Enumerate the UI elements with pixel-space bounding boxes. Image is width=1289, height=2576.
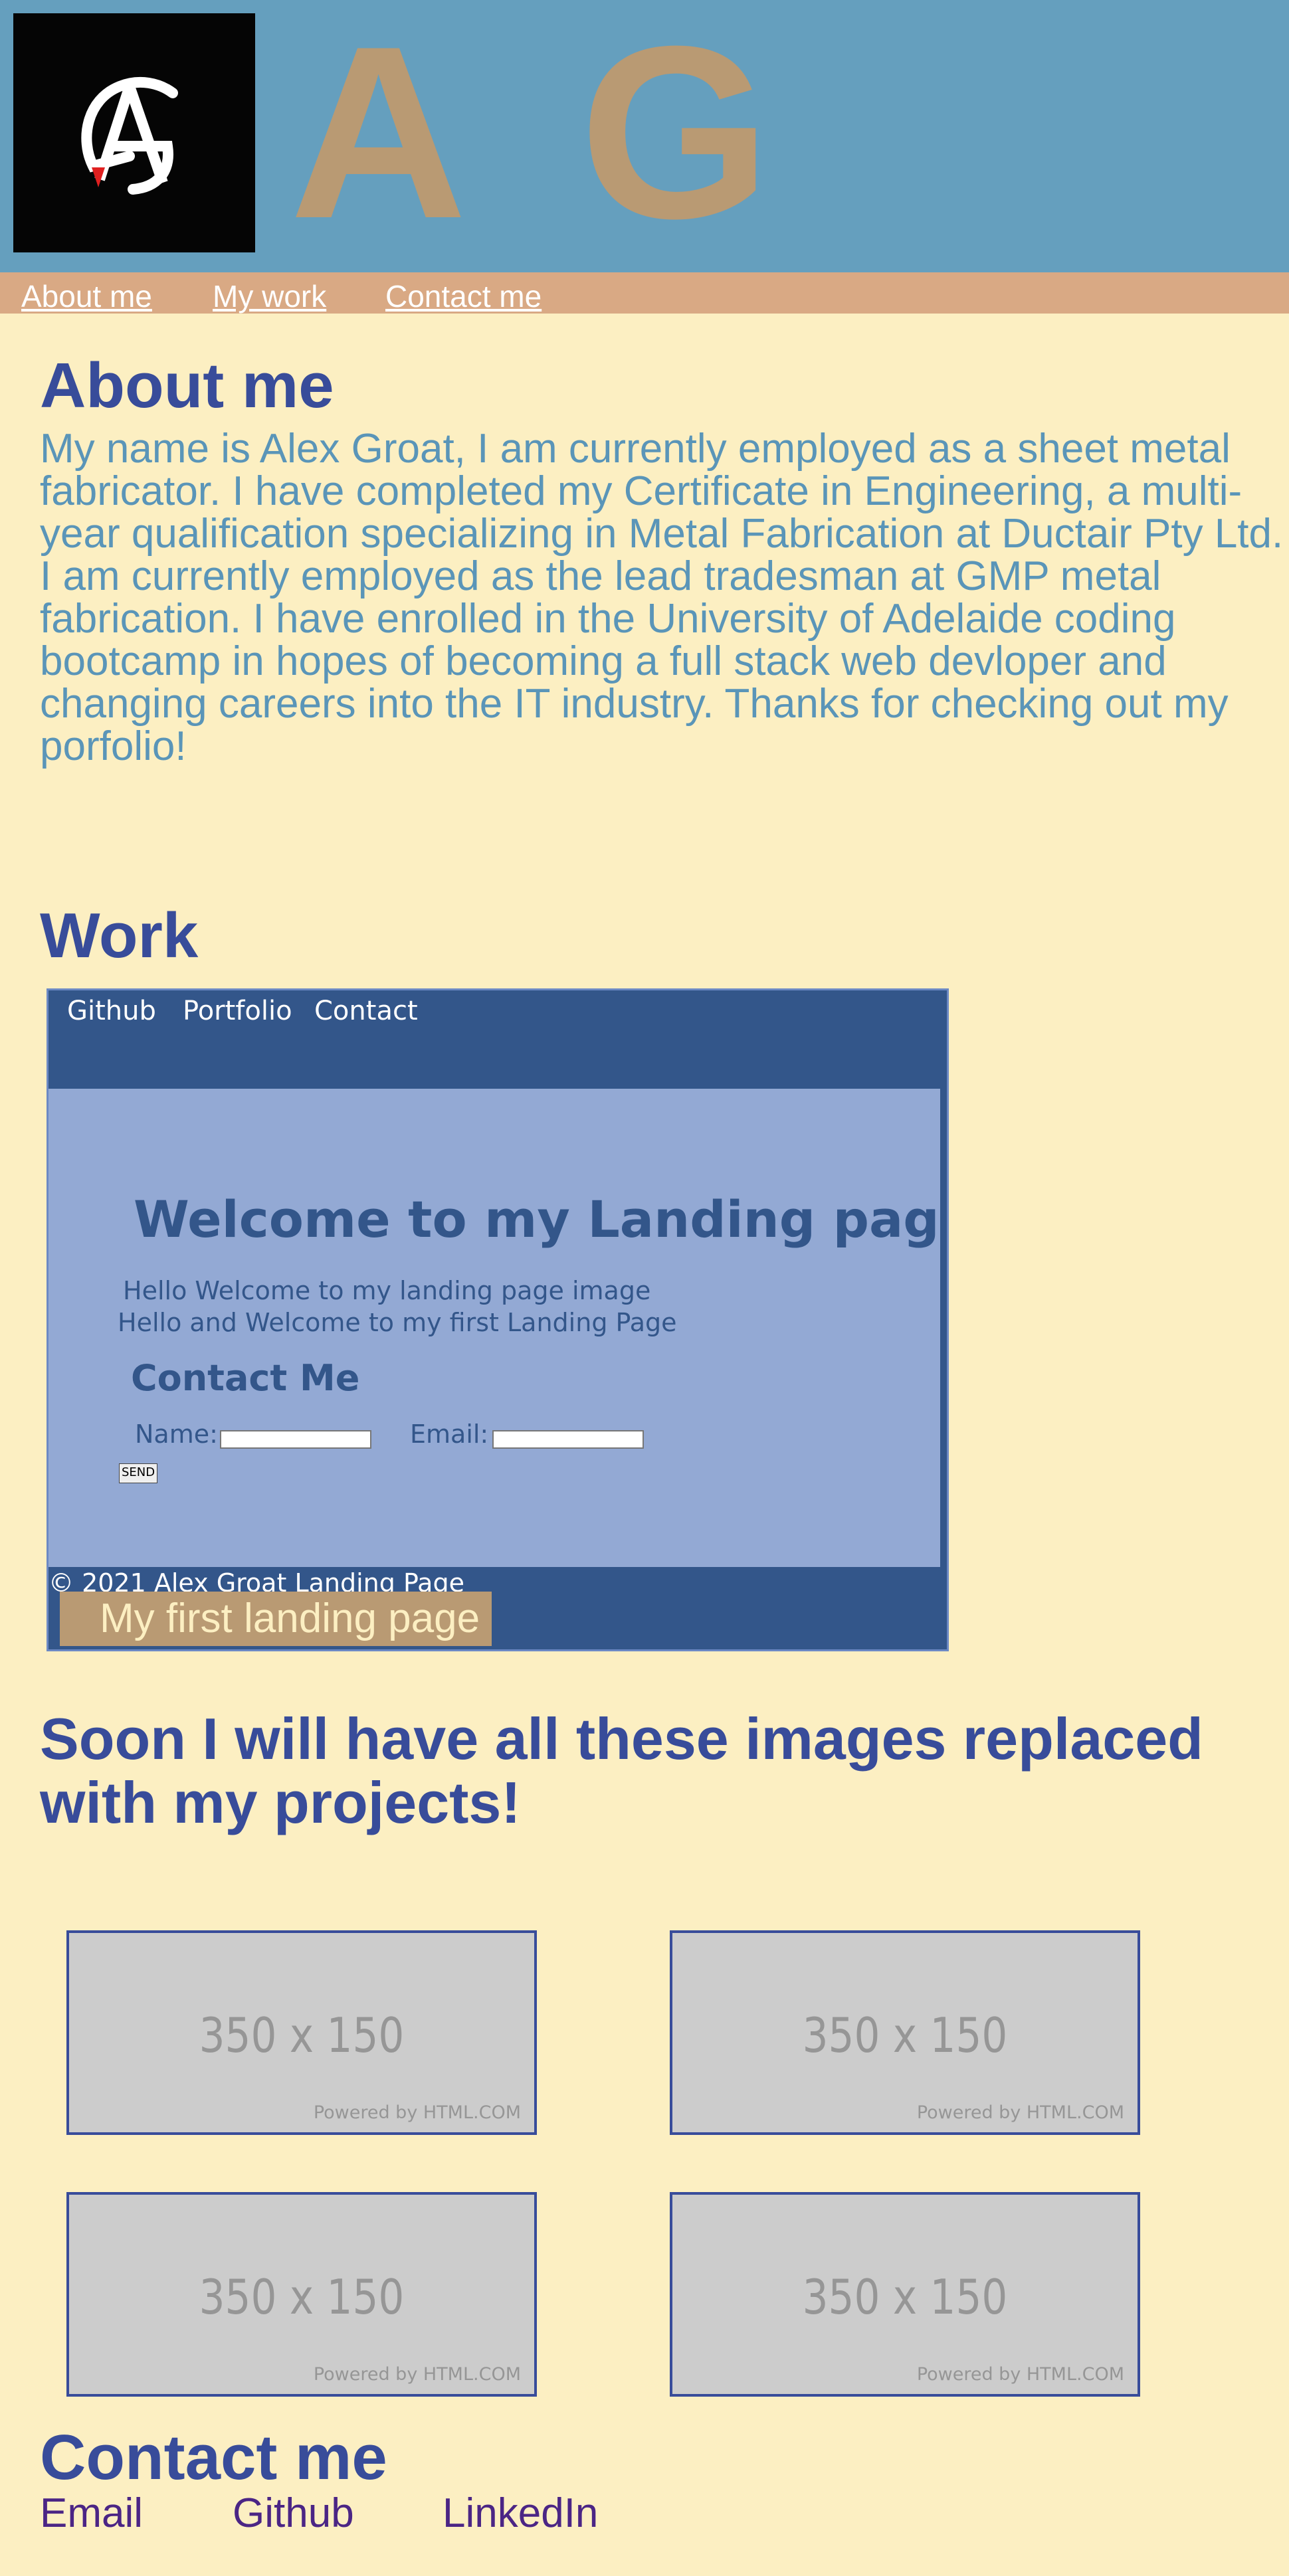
placeholder-powered-text: Powered by HTML.COM [916, 2102, 1124, 2123]
soon-heading: Soon I will have all these images replac… [40, 1706, 1203, 1835]
ag-monogram-icon [81, 77, 178, 195]
project-placeholder-3[interactable]: 350 x 150 Powered by HTML.COM [66, 2192, 537, 2397]
nav-contact-me[interactable]: Contact me [385, 279, 542, 314]
screenshot-title: Welcome to my Landing page [134, 1190, 949, 1249]
landing-page-screenshot[interactable]: Github Portfolio Contact Welcome to my L… [47, 988, 949, 1651]
about-heading: About me [40, 350, 334, 421]
placeholder-powered-text: Powered by HTML.COM [313, 2102, 521, 2123]
site-initials: A G [290, 0, 798, 270]
work-heading: Work [40, 900, 199, 971]
about-text: My name is Alex Groat, I am currently em… [40, 426, 1284, 769]
contact-github-link[interactable]: Github [233, 2490, 354, 2537]
placeholder-size-text: 350 x 150 [802, 2269, 1008, 2325]
placeholder-size-text: 350 x 150 [199, 2007, 405, 2063]
screenshot-image-alt: Hello Welcome to my landing page image H… [118, 1275, 677, 1338]
screenshot-send-button: SEND [119, 1463, 157, 1483]
nav-my-work[interactable]: My work [213, 279, 326, 314]
screenshot-name-field [220, 1430, 371, 1449]
screenshot-nav-bar: Github Portfolio Contact [49, 990, 942, 1089]
screenshot-right-border [940, 990, 947, 1649]
screenshot-name-label: Name: [135, 1420, 218, 1449]
contact-heading: Contact me [40, 2422, 387, 2493]
screenshot-intro: Hello and Welcome to my first Landing Pa… [118, 1308, 677, 1337]
ag-logo [13, 13, 255, 252]
contact-email-link[interactable]: Email [40, 2490, 143, 2537]
image-alt-text: Hello Welcome to my landing page image [123, 1276, 651, 1305]
screenshot-email-field [492, 1430, 644, 1449]
placeholder-powered-text: Powered by HTML.COM [313, 2364, 521, 2385]
screenshot-contact-heading: Contact Me [131, 1357, 360, 1399]
project-placeholder-4[interactable]: 350 x 150 Powered by HTML.COM [670, 2192, 1140, 2397]
screenshot-nav-github: Github [67, 996, 156, 1026]
contact-linkedin-link[interactable]: LinkedIn [443, 2490, 598, 2537]
nav-about-me[interactable]: About me [21, 279, 152, 314]
placeholder-powered-text: Powered by HTML.COM [916, 2364, 1124, 2385]
landing-page-caption[interactable]: My first landing page [60, 1592, 492, 1646]
screenshot-nav-portfolio: Portfolio [183, 996, 292, 1026]
placeholder-size-text: 350 x 150 [802, 2007, 1008, 2063]
project-placeholder-1[interactable]: 350 x 150 Powered by HTML.COM [66, 1930, 537, 2135]
screenshot-nav-contact: Contact [314, 996, 418, 1026]
main-nav: About me My work Contact me [0, 272, 1289, 314]
project-placeholder-2[interactable]: 350 x 150 Powered by HTML.COM [670, 1930, 1140, 2135]
screenshot-email-label: Email: [410, 1420, 489, 1449]
site-header: A G [0, 0, 1289, 272]
placeholder-size-text: 350 x 150 [199, 2269, 405, 2325]
